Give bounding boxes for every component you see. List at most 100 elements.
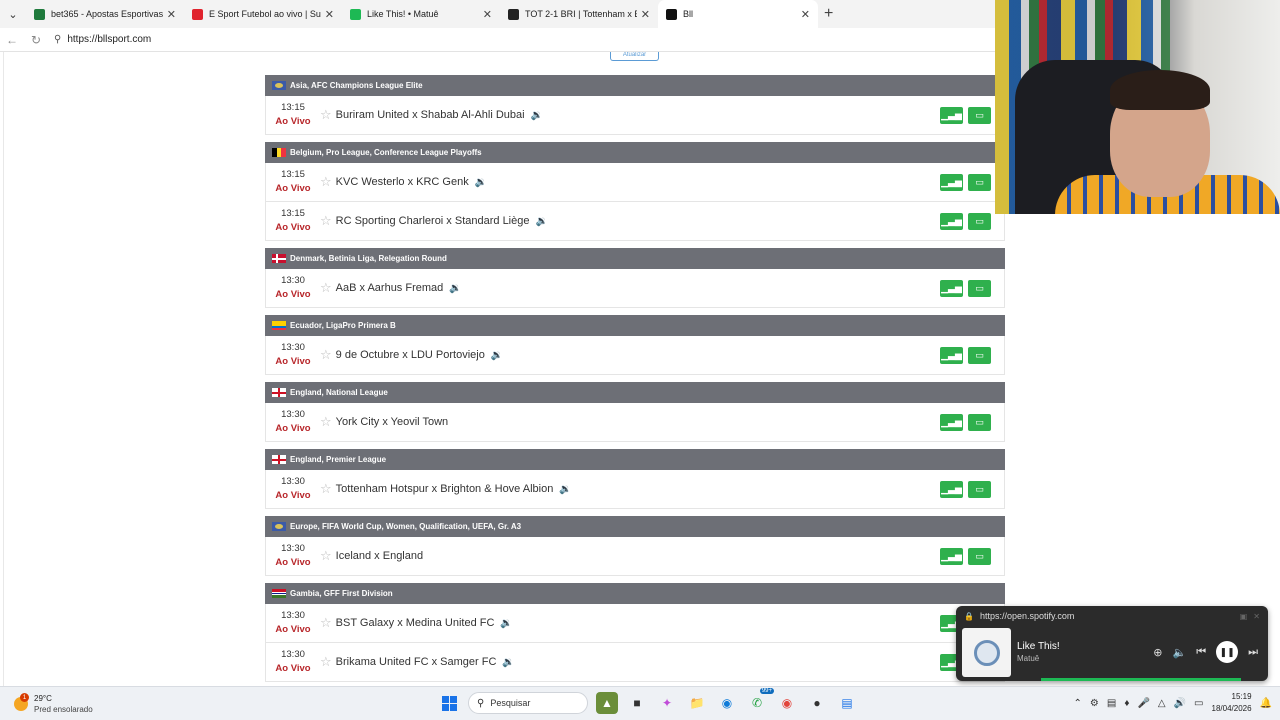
reload-icon[interactable]: ↻ [24, 28, 48, 52]
stats-button[interactable]: ▁▃▅ [940, 548, 963, 565]
match-row[interactable]: 13:30 Ao Vivo ☆ BST Galaxy x Medina United … [265, 604, 1005, 643]
audio-icon[interactable]: 🔉 [535, 216, 547, 227]
chat-button[interactable]: ▭ [968, 280, 991, 297]
volume-icon[interactable]: 🔈 [1172, 646, 1186, 659]
match-row[interactable]: 13:30 Ao Vivo ☆ Brikama United FC x Samger … [265, 643, 1005, 682]
pause-button[interactable]: ❚❚ [1216, 641, 1239, 663]
browser-tab[interactable]: E Sport Futebol ao vivo | Superbet ✕ [184, 0, 342, 28]
match-teams[interactable]: AaB x Aarhus Fremad [336, 282, 444, 294]
terminal-icon[interactable]: ■ [626, 692, 648, 714]
match-row[interactable]: 13:15 Ao Vivo ☆ KVC Westerlo x KRC Genk 🔉 ▁▃▅… [265, 163, 1005, 202]
copilot-icon[interactable]: ✦ [656, 692, 678, 714]
whatsapp-icon[interactable]: ✆ 99+ [746, 688, 774, 714]
audio-icon[interactable]: 🔉 [500, 618, 512, 629]
tab-close-icon[interactable]: ✕ [167, 8, 176, 21]
notepad-icon[interactable]: ▤ [836, 692, 858, 714]
previous-track-icon[interactable]: ⏮ [1196, 646, 1206, 659]
address-field[interactable]: ⚲ https://bllsport.com [54, 34, 151, 45]
back-to-tab-icon[interactable]: ▣ [1240, 612, 1248, 621]
volume-icon[interactable]: 🔊 [1174, 698, 1186, 709]
favorite-star-icon[interactable]: ☆ [320, 654, 332, 670]
favorite-star-icon[interactable]: ☆ [320, 107, 332, 123]
match-teams[interactable]: 9 de Octubre x LDU Portoviejo [336, 349, 485, 361]
game-app-icon[interactable]: ▲ [596, 692, 618, 714]
match-row[interactable]: 13:30 Ao Vivo ☆ Tottenham Hotspur x Brighto… [265, 470, 1005, 509]
edge-icon[interactable]: ◉ [716, 692, 738, 714]
add-to-library-icon[interactable]: ⊕ [1153, 646, 1162, 659]
audio-icon[interactable]: 🔉 [531, 110, 543, 121]
favorite-star-icon[interactable]: ☆ [320, 414, 332, 430]
favorite-star-icon[interactable]: ☆ [320, 347, 332, 363]
chat-button[interactable]: ▭ [968, 481, 991, 498]
favorite-star-icon[interactable]: ☆ [320, 481, 332, 497]
tab-close-icon[interactable]: ✕ [483, 8, 492, 21]
tray-network-icon[interactable]: ▤ [1107, 698, 1116, 709]
chat-button[interactable]: ▭ [968, 174, 991, 191]
bluetooth-icon[interactable]: ♦ [1124, 698, 1129, 709]
stats-button[interactable]: ▁▃▅ [940, 347, 963, 364]
match-teams[interactable]: BST Galaxy x Medina United FC [336, 617, 495, 629]
favorite-star-icon[interactable]: ☆ [320, 615, 332, 631]
favorite-star-icon[interactable]: ☆ [320, 280, 332, 296]
tray-app-icon[interactable]: ⚙ [1090, 698, 1099, 709]
match-teams[interactable]: Buriram United x Shabab Al-Ahli Dubai [336, 109, 525, 121]
audio-icon[interactable]: 🔉 [502, 657, 514, 668]
match-row[interactable]: 13:30 Ao Vivo ☆ 9 de Octubre x LDU Portovie… [265, 336, 1005, 375]
stats-button[interactable]: ▁▃▅ [940, 107, 963, 124]
match-teams[interactable]: Iceland x England [336, 550, 423, 562]
new-tab-button[interactable]: + [824, 5, 833, 23]
favorite-star-icon[interactable]: ☆ [320, 174, 332, 190]
browser-tab[interactable]: Like This! • Matuê ✕ [342, 0, 500, 28]
stats-button[interactable]: ▁▃▅ [940, 414, 963, 431]
clock[interactable]: 15:19 18/04/2026 [1212, 691, 1252, 715]
stats-button[interactable]: ▁▃▅ [940, 481, 963, 498]
wifi-icon[interactable]: △ [1158, 698, 1166, 709]
match-row[interactable]: 13:30 Ao Vivo ☆ AaB x Aarhus Fremad 🔉 ▁▃▅ ▭ [265, 269, 1005, 308]
match-teams[interactable]: York City x Yeovil Town [336, 416, 449, 428]
tab-close-icon[interactable]: ✕ [801, 8, 810, 21]
tab-close-icon[interactable]: ✕ [641, 8, 650, 21]
audio-icon[interactable]: 🔉 [491, 350, 503, 361]
app-icon[interactable]: ● [806, 692, 828, 714]
next-track-icon[interactable]: ⏭ [1248, 646, 1258, 659]
audio-icon[interactable]: 🔉 [475, 177, 487, 188]
taskbar-search[interactable]: ⚲ Pesquisar [468, 692, 588, 714]
match-row[interactable]: 13:30 Ao Vivo ☆ Iceland x England ▁▃▅ ▭ [265, 537, 1005, 576]
browser-tab[interactable]: bet365 - Apostas Esportivas Online ✕ [26, 0, 184, 28]
stats-button[interactable]: ▁▃▅ [940, 213, 963, 230]
match-teams[interactable]: RC Sporting Charleroi x Standard Liège [336, 215, 530, 227]
weather-widget[interactable]: 1 29°C Pred ensolarado [14, 693, 93, 715]
close-icon[interactable]: ✕ [1253, 612, 1260, 621]
match-row[interactable]: 13:30 Ao Vivo ☆ York City x Yeovil Town ▁▃▅ ▭ [265, 403, 1005, 442]
favorite-star-icon[interactable]: ☆ [320, 213, 332, 229]
tab-list-dropdown-icon[interactable]: ⌄ [0, 0, 26, 28]
notifications-icon[interactable]: 🔔 [1260, 698, 1272, 709]
match-row[interactable]: 13:15 Ao Vivo ☆ Buriram United x Shabab Al-… [265, 96, 1005, 135]
chat-button[interactable]: ▭ [968, 414, 991, 431]
microphone-icon[interactable]: 🎤 [1137, 698, 1149, 709]
tab-close-icon[interactable]: ✕ [325, 8, 334, 21]
update-button[interactable]: Atualizar [610, 52, 659, 61]
match-teams[interactable]: Brikama United FC x Samger FC [336, 656, 497, 668]
back-icon[interactable]: ← [0, 28, 24, 52]
file-explorer-icon[interactable]: 📁 [686, 692, 708, 714]
browser-tab[interactable]: TOT 2-1 BRI | Tottenham x Brighton ✕ [500, 0, 658, 28]
match-teams[interactable]: Tottenham Hotspur x Brighton & Hove Albi… [336, 483, 554, 495]
chat-button[interactable]: ▭ [968, 347, 991, 364]
battery-icon[interactable]: ▭ [1194, 698, 1203, 709]
stats-button[interactable]: ▁▃▅ [940, 174, 963, 191]
start-button[interactable] [438, 692, 460, 714]
match-row[interactable]: 13:15 Ao Vivo ☆ RC Sporting Charleroi x Sta… [265, 202, 1005, 241]
browser-tab[interactable]: Bll ✕ [658, 0, 818, 28]
audio-icon[interactable]: 🔉 [449, 283, 461, 294]
chrome-icon[interactable]: ◉ [776, 692, 798, 714]
site-info-icon[interactable]: ⚲ [54, 34, 61, 45]
playback-progress[interactable] [1041, 678, 1241, 681]
match-teams[interactable]: KVC Westerlo x KRC Genk [336, 176, 469, 188]
chat-button[interactable]: ▭ [968, 548, 991, 565]
favorite-star-icon[interactable]: ☆ [320, 548, 332, 564]
chat-button[interactable]: ▭ [968, 213, 991, 230]
stats-button[interactable]: ▁▃▅ [940, 280, 963, 297]
chevron-up-icon[interactable]: ⌃ [1074, 698, 1082, 709]
chat-button[interactable]: ▭ [968, 107, 991, 124]
